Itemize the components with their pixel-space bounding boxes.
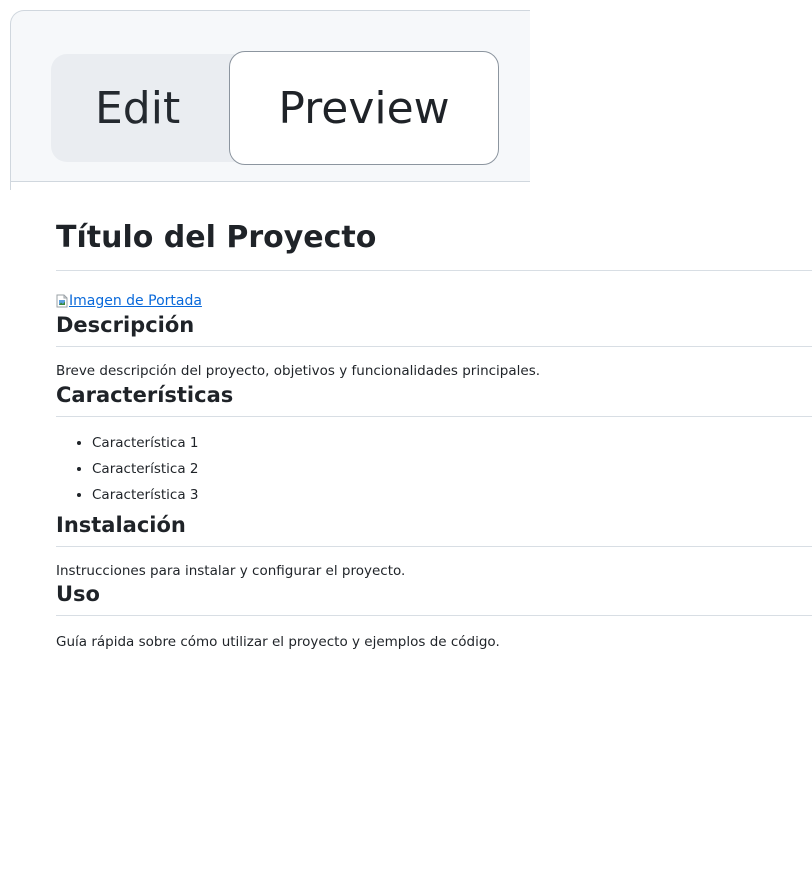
features-list: Característica 1 Característica 2 Caract… bbox=[56, 433, 812, 506]
tab-preview[interactable]: Preview bbox=[229, 51, 499, 165]
heading-description: Descripción bbox=[56, 312, 812, 348]
list-item: Característica 2 bbox=[92, 459, 812, 479]
tabbar-left-edge bbox=[10, 182, 11, 190]
cover-image-link[interactable]: Imagen de Portada bbox=[56, 293, 202, 309]
heading-installation: Instalación bbox=[56, 512, 812, 547]
document-title: Título del Proyecto bbox=[56, 220, 812, 271]
tabbar-divider bbox=[10, 181, 530, 182]
description-text: Breve descripción del proyecto, objetivo… bbox=[56, 363, 541, 380]
cover-image-alt-text: Imagen de Portada bbox=[69, 293, 202, 309]
list-item: Característica 3 bbox=[92, 485, 812, 505]
usage-text: Guía rápida sobre cómo utilizar el proye… bbox=[56, 634, 500, 651]
heading-features: Características bbox=[56, 382, 812, 417]
list-item: Característica 1 bbox=[92, 433, 812, 453]
markdown-preview: Título del Proyecto Imagen de Portada De… bbox=[56, 220, 812, 653]
editor-tabbar: Edit Preview bbox=[10, 10, 530, 182]
installation-text: Instrucciones para instalar y configurar… bbox=[56, 562, 406, 579]
broken-image-icon bbox=[56, 294, 68, 308]
tab-group: Edit Preview bbox=[41, 43, 501, 165]
heading-usage: Uso bbox=[56, 581, 812, 617]
